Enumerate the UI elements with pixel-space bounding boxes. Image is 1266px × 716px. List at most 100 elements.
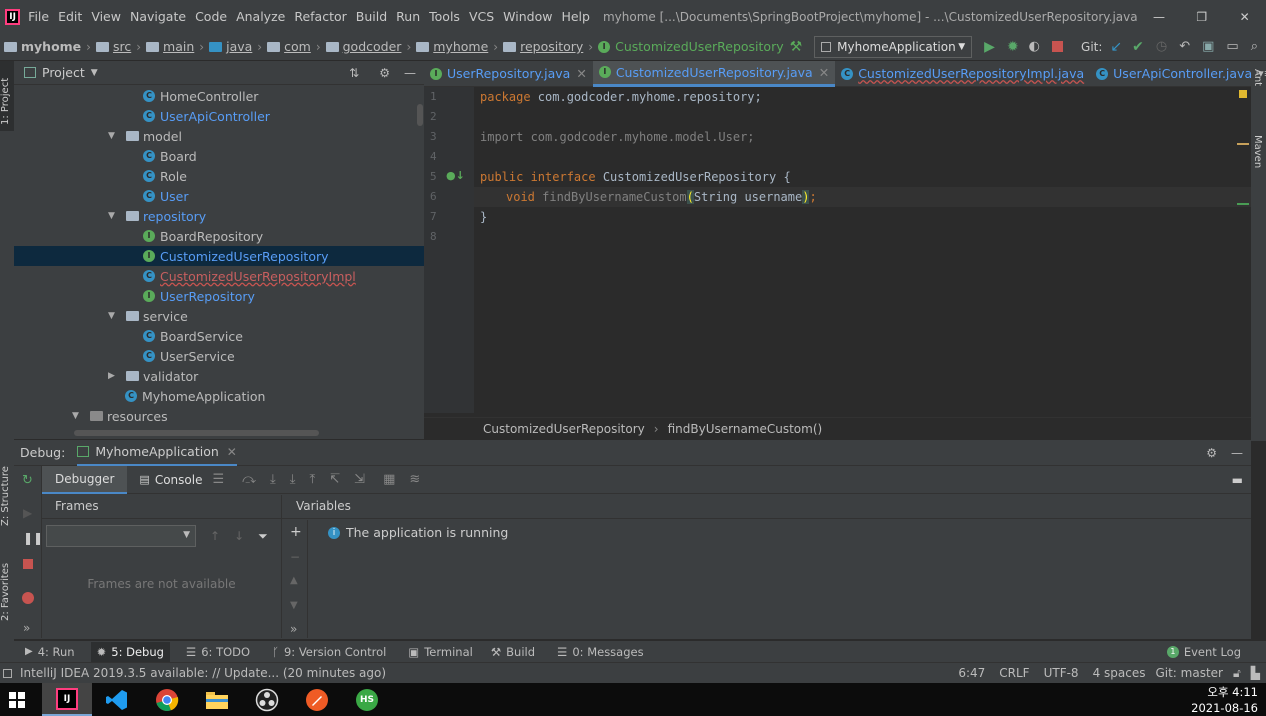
tool-tab-debug[interactable]: ✹ 5: Debug (90, 641, 170, 662)
tab-user-api-controller[interactable]: C UserApiController.java (1090, 61, 1258, 87)
tool-tab-event-log[interactable]: Event Log (1184, 645, 1241, 659)
menu-tools[interactable]: Tools (429, 9, 460, 24)
git-commit-icon[interactable]: ✔ (1132, 39, 1144, 55)
menu-analyze[interactable]: Analyze (236, 9, 285, 24)
rerun-icon[interactable]: ↻ (22, 473, 33, 488)
tree-item[interactable]: C Role (14, 166, 424, 186)
chevron-right-icon[interactable]: ▶ (108, 371, 122, 381)
evaluate-icon[interactable]: ▦ (383, 472, 395, 487)
breadcrumb-method[interactable]: findByUsernameCustom() (668, 422, 823, 436)
lock-icon[interactable]: 🔓︎ (1233, 666, 1241, 681)
project-view-select[interactable]: Project (42, 65, 85, 80)
layout-options-icon[interactable]: ▬ (1232, 473, 1243, 487)
up-arrow-icon[interactable]: ↑ (210, 529, 220, 543)
windows-start-icon[interactable] (0, 683, 34, 716)
obs-taskbar-icon[interactable] (242, 683, 292, 716)
stop-icon[interactable] (1052, 41, 1064, 52)
move-up-icon[interactable]: ▲ (290, 575, 298, 586)
stop-icon[interactable] (23, 559, 33, 569)
coverage-icon[interactable]: ◐ (1029, 39, 1040, 54)
indent-setting[interactable]: 4 spaces (1093, 666, 1146, 680)
tree-item[interactable]: I UserRepository (14, 286, 424, 306)
breadcrumb-interface[interactable]: CustomizedUserRepository (483, 422, 645, 436)
close-icon[interactable]: ✕ (1223, 10, 1266, 24)
structure-tool-label[interactable]: Z: Structure (0, 456, 11, 526)
crumb-myhome-pkg[interactable]: myhome (416, 39, 488, 54)
build-hammer-icon[interactable]: ⚒ (790, 39, 803, 55)
crumb-file[interactable]: I CustomizedUserRepository (598, 39, 784, 54)
favorites-tool-label[interactable]: 2: Favorites (0, 551, 11, 621)
vertical-scrollbar[interactable] (417, 104, 423, 126)
tool-tab-run[interactable]: 4: Run (38, 645, 75, 659)
chevron-down-icon[interactable]: ▼ (72, 411, 86, 421)
debug-session-tab[interactable]: MyhomeApplication ✕ (77, 440, 237, 466)
tab-customized-user-repository-impl[interactable]: C CustomizedUserRepositoryImpl.java (835, 61, 1090, 87)
crumb-com[interactable]: com (267, 39, 311, 54)
intellij-taskbar-icon[interactable]: IJ (42, 683, 92, 716)
horizontal-scrollbar[interactable] (74, 430, 319, 436)
crumb-src[interactable]: src (95, 39, 131, 54)
run-config-select[interactable]: MyhomeApplication ▼ (814, 35, 973, 58)
more-icon[interactable]: » (290, 622, 297, 636)
line-separator[interactable]: CRLF (999, 666, 1029, 680)
crumb-repository[interactable]: repository (503, 39, 583, 54)
file-encoding[interactable]: UTF-8 (1044, 666, 1079, 680)
tab-user-repository[interactable]: I UserRepository.java ✕ (424, 61, 593, 87)
menu-navigate[interactable]: Navigate (130, 9, 186, 24)
tree-item[interactable]: C HomeController (14, 86, 424, 106)
thread-select[interactable]: ▼ (46, 525, 196, 547)
tree-item[interactable]: ▼ service (14, 306, 424, 326)
menu-file[interactable]: File (28, 9, 49, 24)
tree-item[interactable]: ▼ model (14, 126, 424, 146)
close-icon[interactable]: ✕ (227, 445, 237, 459)
debug-bug-icon[interactable]: ✹ (1007, 39, 1019, 55)
implementations-gutter-icon[interactable]: ●↓ (446, 169, 465, 182)
hide-panel-icon[interactable]: — (1231, 446, 1243, 460)
menu-vcs[interactable]: VCS (469, 9, 494, 24)
tree-item[interactable]: ▼ resources (14, 406, 424, 426)
filter-icon[interactable]: ⏷ (258, 529, 268, 544)
chevron-down-icon[interactable]: ▼ (108, 211, 122, 221)
tree-item[interactable]: C Board (14, 146, 424, 166)
postman-taskbar-icon[interactable] (292, 683, 342, 716)
step-into-icon[interactable]: ⤓ (290, 472, 296, 487)
system-clock[interactable]: 오후 4:11 2021-08-16 (1191, 684, 1258, 716)
caret-position[interactable]: 6:47 (958, 666, 985, 680)
search-icon[interactable]: ⌕ (1251, 39, 1258, 54)
crumb-java[interactable]: java (209, 39, 252, 54)
show-execution-point-icon[interactable]: ⤼ (242, 472, 256, 487)
minimize-icon[interactable]: — (1138, 10, 1181, 24)
tree-item[interactable]: I CustomizedUserRepository (14, 246, 424, 266)
tree-item[interactable]: I BoardRepository (14, 226, 424, 246)
tree-item[interactable]: C CustomizedUserRepositoryImpl (14, 266, 424, 286)
settings-gear-icon[interactable]: ⚙ (1206, 446, 1217, 460)
tool-tab-terminal[interactable]: Terminal (424, 645, 473, 659)
run-to-cursor-icon[interactable]: ⇲ (354, 472, 365, 487)
project-structure-icon[interactable]: ▣ (1202, 39, 1214, 54)
step-over-icon[interactable]: ⤓ (270, 472, 276, 487)
tab-customized-user-repository[interactable]: I CustomizedUserRepository.java ✕ (592, 60, 836, 87)
menu-edit[interactable]: Edit (58, 9, 82, 24)
resume-icon[interactable]: ▶ (23, 506, 32, 520)
tree-item[interactable]: C MyhomeApplication (14, 386, 424, 406)
tab-debugger[interactable]: Debugger (42, 465, 128, 494)
down-arrow-icon[interactable]: ↓ (234, 529, 244, 543)
close-icon[interactable]: ✕ (819, 65, 829, 80)
maven-tool-label[interactable]: Maven (1252, 135, 1263, 168)
git-branch[interactable]: Git: master (1155, 666, 1223, 680)
tool-tab-messages[interactable]: 0: Messages (572, 645, 643, 659)
run-icon[interactable]: ▶ (984, 39, 995, 55)
history-icon[interactable]: ◷ (1156, 39, 1167, 54)
tool-tab-todo[interactable]: 6: TODO (201, 645, 250, 659)
file-explorer-taskbar-icon[interactable] (192, 683, 242, 716)
menu-view[interactable]: View (91, 9, 121, 24)
menu-help[interactable]: Help (561, 9, 590, 24)
menu-refactor[interactable]: Refactor (294, 9, 346, 24)
tree-item[interactable]: C UserApiController (14, 106, 424, 126)
tree-item[interactable]: C BoardService (14, 326, 424, 346)
tree-item[interactable]: C UserService (14, 346, 424, 366)
chevron-down-icon[interactable]: ▼ (108, 131, 122, 141)
menu-code[interactable]: Code (195, 9, 227, 24)
git-update-icon[interactable]: ↙ (1110, 39, 1122, 55)
add-watch-icon[interactable]: + (290, 524, 302, 540)
